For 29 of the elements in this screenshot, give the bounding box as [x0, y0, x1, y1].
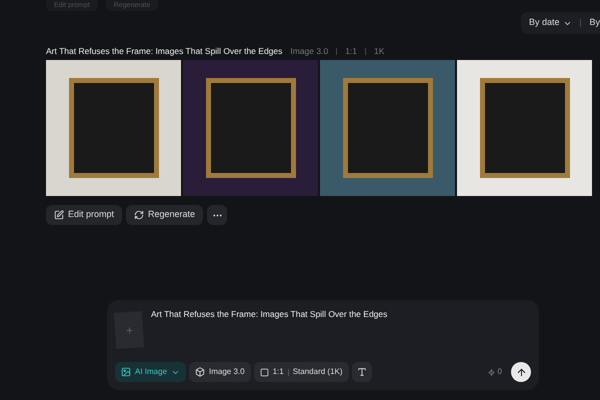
- image-icon: [121, 367, 131, 377]
- sort-option[interactable]: By date: [528, 16, 572, 30]
- generation-tag: Image 3.0: [290, 44, 328, 58]
- quality-text: Standard (1K): [292, 366, 343, 378]
- square-icon: [260, 368, 269, 376]
- image-placeholder[interactable]: [457, 60, 592, 196]
- more-button[interactable]: [207, 205, 228, 225]
- credit-count: 0: [498, 366, 502, 378]
- mode-dropdown[interactable]: AI Image: [115, 362, 186, 382]
- send-button[interactable]: [511, 362, 531, 382]
- plus-icon: [124, 325, 134, 335]
- ratio-text: 1:1: [272, 366, 284, 378]
- generation-title: Art That Refuses the Frame: Images That Spill Over the Edges: [46, 44, 282, 58]
- generation-tag: 1:1: [345, 44, 358, 58]
- refresh-icon: [134, 210, 144, 220]
- arrow-up-icon: [516, 366, 526, 378]
- credit-icon: [488, 368, 495, 376]
- sort-option[interactable]: By: [589, 16, 600, 30]
- prompt-text[interactable]: Art That Refuses the Frame: Images That Spill Over the Edges: [151, 308, 388, 348]
- generation-tag: 1K: [374, 44, 384, 58]
- edit-prompt-button[interactable]: Edit prompt: [46, 205, 122, 225]
- cube-icon: [195, 367, 206, 377]
- regenerate-button[interactable]: Regenerate: [126, 205, 204, 225]
- edit-icon: [54, 210, 64, 220]
- text-style-button[interactable]: [352, 362, 372, 382]
- ratio-button[interactable]: 1:1 Standard (1K): [254, 362, 349, 382]
- model-button[interactable]: Image 3.0: [189, 362, 251, 382]
- image-placeholder[interactable]: [46, 60, 181, 196]
- text-icon: [356, 367, 367, 377]
